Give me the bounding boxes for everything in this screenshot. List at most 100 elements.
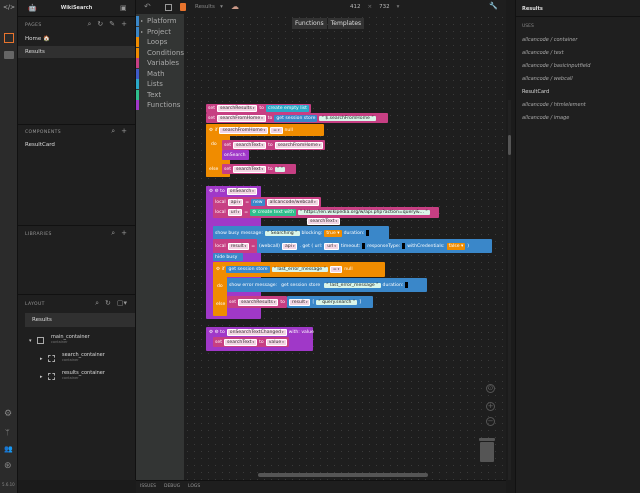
- page-select[interactable]: Results ▾: [195, 4, 223, 10]
- code-block[interactable]: ⚙ if get session store “ last_error_messag…: [214, 263, 384, 276]
- add-icon[interactable]: +: [121, 127, 127, 136]
- code-block[interactable]: show busy message: “ Searching ” blocking:…: [213, 226, 389, 240]
- code-block[interactable]: setsearchFromHometoget session store“ $.…: [206, 113, 388, 123]
- uses-item[interactable]: allcancode / container: [522, 37, 577, 43]
- variable-field[interactable]: searchText: [233, 141, 267, 149]
- empty-input-slot[interactable]: [405, 282, 409, 288]
- zoom-in-icon[interactable]: +: [486, 402, 495, 411]
- tab-functions[interactable]: Functions: [292, 18, 327, 29]
- team-icon[interactable]: 👥: [4, 445, 13, 453]
- variable-field[interactable]: =: [270, 127, 283, 134]
- search-icon[interactable]: ⌕: [111, 127, 115, 136]
- viewport-size[interactable]: 412 × 732 ▾: [350, 4, 399, 10]
- folder-icon[interactable]: ▣: [120, 4, 127, 12]
- trash-icon[interactable]: [479, 438, 495, 463]
- uses-item[interactable]: allcancode / text: [522, 50, 564, 56]
- variable-field[interactable]: =: [329, 266, 343, 273]
- search-icon[interactable]: ⌕: [87, 20, 91, 29]
- code-icon[interactable]: </>: [3, 4, 15, 11]
- code-block[interactable]: localapi=newallcancode/webcall: [213, 197, 321, 207]
- empty-input-slot[interactable]: [402, 243, 406, 249]
- undo-icon[interactable]: ↶: [144, 2, 151, 11]
- add-icon[interactable]: +: [121, 20, 127, 29]
- toolbox-category-platform[interactable]: ▸ Platform: [136, 16, 184, 27]
- nested-block[interactable]: get session store: [274, 114, 318, 122]
- tree-item-results-container[interactable]: ▸ results_container container: [40, 370, 105, 380]
- variable-field[interactable]: result: [289, 298, 311, 306]
- toolbox-category-lists[interactable]: Lists: [136, 79, 184, 90]
- toolbox-category-math[interactable]: Math: [136, 68, 184, 80]
- width-value[interactable]: 412: [350, 4, 361, 10]
- recenter-icon[interactable]: ⊙: [486, 384, 495, 393]
- string-literal[interactable]: “ https://en.wikipedia.org/w/api.php?act…: [298, 210, 430, 215]
- frame-icon[interactable]: [165, 4, 172, 11]
- tree-item-search-container[interactable]: ▸ search_container container: [40, 352, 105, 362]
- nested-block[interactable]: new: [251, 198, 265, 206]
- code-block[interactable]: onSearch: [222, 150, 249, 160]
- toolbox-category-variables[interactable]: Variables: [136, 58, 184, 69]
- variable-field[interactable]: searchResults: [217, 105, 258, 112]
- code-block[interactable]: result[“ query.search ”]: [287, 296, 373, 308]
- variable-field[interactable]: value: [265, 338, 287, 346]
- uses-item[interactable]: allcancode / basicinputfield: [522, 63, 590, 69]
- layout-root[interactable]: Results: [25, 313, 135, 327]
- variable-field[interactable]: api: [281, 242, 298, 250]
- code-block[interactable]: hide busy: [213, 253, 243, 261]
- string-literal[interactable]: “ last_error_message ”: [271, 267, 328, 272]
- nested-block[interactable]: ⚙ create text with: [250, 209, 297, 216]
- code-block[interactable]: setsearchResultsto: [227, 296, 287, 308]
- string-literal[interactable]: “ query.search ”: [316, 299, 358, 305]
- uses-item[interactable]: allcancode / image: [522, 115, 569, 121]
- uses-item[interactable]: allcancode / htmlelement: [522, 102, 586, 108]
- code-block[interactable]: setsearchTextto“ ”: [222, 164, 296, 174]
- nested-block[interactable]: create empty list: [265, 105, 309, 112]
- code-block[interactable]: searchText: [305, 217, 355, 226]
- variable-field[interactable]: searchText: [224, 338, 258, 346]
- height-value[interactable]: 732: [379, 4, 390, 10]
- code-block[interactable]: setsearchResultstocreate empty list: [206, 104, 311, 113]
- storage-icon[interactable]: [4, 51, 14, 59]
- code-block[interactable]: localresult=: [213, 239, 258, 253]
- variable-field[interactable]: searchFromHome: [274, 141, 324, 149]
- tree-item-main-container[interactable]: ▾ main_container container: [29, 334, 90, 344]
- toolbox-category-conditions[interactable]: Conditions: [136, 47, 184, 59]
- component-item-resultcard[interactable]: ResultCard: [18, 139, 135, 151]
- toolbox-category-functions[interactable]: Functions: [136, 100, 184, 111]
- tab-debug[interactable]: DEBUG: [164, 484, 180, 489]
- toolbox-category-loops[interactable]: Loops: [136, 37, 184, 48]
- code-block[interactable]: (webcall)api. get ( url:urltimeout: respo…: [257, 239, 492, 253]
- nested-block[interactable]: true ▾: [324, 229, 342, 237]
- variable-field[interactable]: searchText: [307, 218, 341, 225]
- string-literal[interactable]: “ $.searchFromHome ”: [319, 115, 376, 121]
- cloud-icon[interactable]: ☁: [231, 2, 239, 11]
- wrench-icon[interactable]: 🔧: [489, 2, 498, 10]
- help-icon[interactable]: ⊛: [4, 461, 12, 471]
- settings-icon[interactable]: ⚙: [4, 409, 12, 419]
- select-icon[interactable]: ▢▾: [117, 299, 127, 308]
- variable-field[interactable]: result: [227, 242, 250, 250]
- empty-input-slot[interactable]: [366, 230, 370, 236]
- device-icon[interactable]: [180, 3, 186, 11]
- tab-logs[interactable]: LOGS: [188, 484, 200, 489]
- tab-issues[interactable]: ISSUES: [140, 484, 156, 489]
- code-block[interactable]: else: [207, 165, 221, 173]
- zoom-out-icon[interactable]: −: [486, 417, 495, 426]
- horizontal-scrollbar[interactable]: [258, 473, 428, 477]
- string-literal[interactable]: “ Searching ”: [264, 230, 300, 236]
- search-icon[interactable]: ⌕: [111, 229, 115, 238]
- code-block[interactable]: ⚙ ⚙ to onSearch: [207, 186, 262, 196]
- vertical-scrollbar[interactable]: [508, 135, 511, 155]
- nested-block[interactable]: false ▾: [446, 242, 466, 250]
- pen-icon[interactable]: ✎: [109, 20, 115, 29]
- variable-field[interactable]: searchResults: [238, 298, 279, 306]
- refresh-icon[interactable]: ↻: [97, 20, 103, 29]
- page-item-results[interactable]: Results: [18, 46, 135, 58]
- add-icon[interactable]: +: [121, 229, 127, 238]
- code-block[interactable]: else: [214, 300, 227, 308]
- variable-field[interactable]: onSearchTextChanged: [226, 328, 287, 336]
- nested-block[interactable]: get session store: [279, 281, 323, 289]
- code-block[interactable]: do: [215, 282, 227, 290]
- page-item-home[interactable]: Home 🏠: [18, 33, 135, 45]
- string-literal[interactable]: “ last_error_message ”: [324, 282, 381, 288]
- uses-item[interactable]: ResultCard: [522, 89, 549, 95]
